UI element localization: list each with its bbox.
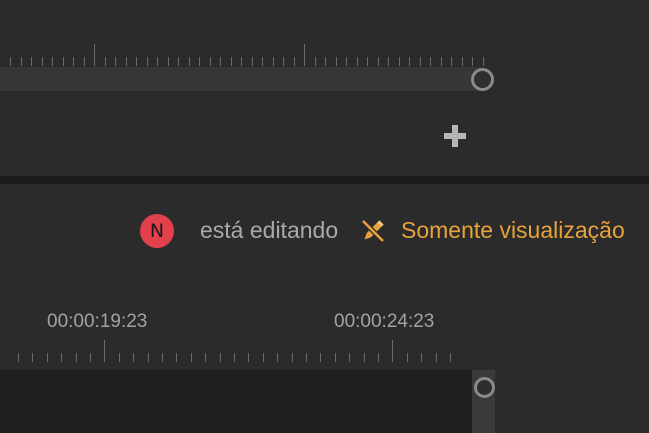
ruler-tick [419,57,421,66]
ruler-tick [398,57,400,66]
ruler-tick [277,353,279,362]
ruler-tick [219,353,221,362]
ruler-tick [188,57,190,66]
ruler-tick [209,57,211,66]
ruler-tick [378,353,379,362]
collaboration-status: N está editando Somente visualização [0,213,649,249]
ruler-tick [367,57,368,66]
bottom-timeline-ruler [0,336,475,362]
top-track-handle[interactable] [471,68,494,91]
ruler-tick [125,57,127,66]
bottom-track-handle[interactable] [474,377,495,398]
ruler-tick [61,353,63,362]
ruler-tick [377,57,379,66]
ruler-tick [363,353,365,362]
ruler-tick [136,57,137,66]
ruler-tick [94,44,95,66]
user-avatar[interactable]: N [140,214,174,248]
ruler-tick [283,57,284,66]
ruler-tick [234,353,235,362]
ruler-tick [356,57,358,66]
ruler-tick [482,57,484,66]
ruler-tick [435,353,437,362]
ruler-tick [230,57,232,66]
ruler-tick [314,57,316,66]
ruler-tick [304,44,305,66]
ruler-tick [104,340,106,362]
ruler-tick [346,57,347,66]
ruler-tick [18,353,19,362]
ruler-tick [157,57,158,66]
ruler-tick [83,57,85,66]
ruler-tick [306,353,307,362]
top-timeline-ruler [0,40,495,66]
editor-window: N está editando Somente visualização 00:… [0,0,649,433]
ruler-tick [205,353,207,362]
ruler-tick [293,57,295,66]
ruler-tick [162,353,163,362]
ruler-tick [176,353,178,362]
ruler-tick [392,340,394,362]
ruler-tick [20,57,22,66]
ruler-tick [167,57,169,66]
ruler-tick [251,57,253,66]
ruler-tick [406,353,408,362]
ruler-tick [325,57,326,66]
ruler-tick [104,57,106,66]
ruler-tick [272,57,274,66]
ruler-tick [62,57,64,66]
editing-label: está editando [200,217,339,243]
ruler-tick [409,57,410,66]
timecode-label: 00:00:24:23 [334,311,435,332]
ruler-tick [451,57,452,66]
ruler-tick [146,57,148,66]
ruler-tick [461,57,463,66]
ruler-tick [320,353,322,362]
ruler-tick [199,57,200,66]
pencil-crossed-icon [361,219,385,243]
ruler-tick [31,57,32,66]
ruler-tick [118,353,120,362]
ruler-tick [388,57,389,66]
ruler-tick [46,353,48,362]
ruler-tick [90,353,91,362]
ruler-tick [10,57,11,66]
ruler-tick [75,353,77,362]
ruler-tick [440,57,442,66]
ruler-tick [334,353,336,362]
ruler-tick [262,57,263,66]
bottom-track-area[interactable] [0,370,472,433]
ruler-tick [472,57,473,66]
add-button[interactable] [441,122,469,150]
bottom-track-panel: N está editando Somente visualização 00:… [0,184,649,433]
ruler-tick [178,57,179,66]
ruler-tick [421,353,423,362]
ruler-tick [241,57,242,66]
ruler-tick [147,353,149,362]
ruler-tick [133,353,135,362]
ruler-tick [291,353,293,362]
ruler-tick [450,353,451,362]
ruler-tick [32,353,34,362]
ruler-tick [262,353,264,362]
ruler-tick [248,353,250,362]
ruler-tick [335,57,337,66]
ruler-tick [41,57,43,66]
ruler-tick [190,353,192,362]
permission-label: Somente visualização [401,217,625,243]
panel-divider[interactable] [0,176,649,184]
ruler-tick [349,353,351,362]
top-track-panel [0,0,649,176]
ruler-tick [220,57,221,66]
ruler-tick [52,57,53,66]
timecode-label: 00:00:19:23 [47,311,148,332]
ruler-tick [430,57,431,66]
top-track-bar[interactable] [0,67,482,91]
ruler-tick [115,57,116,66]
ruler-tick [73,57,74,66]
